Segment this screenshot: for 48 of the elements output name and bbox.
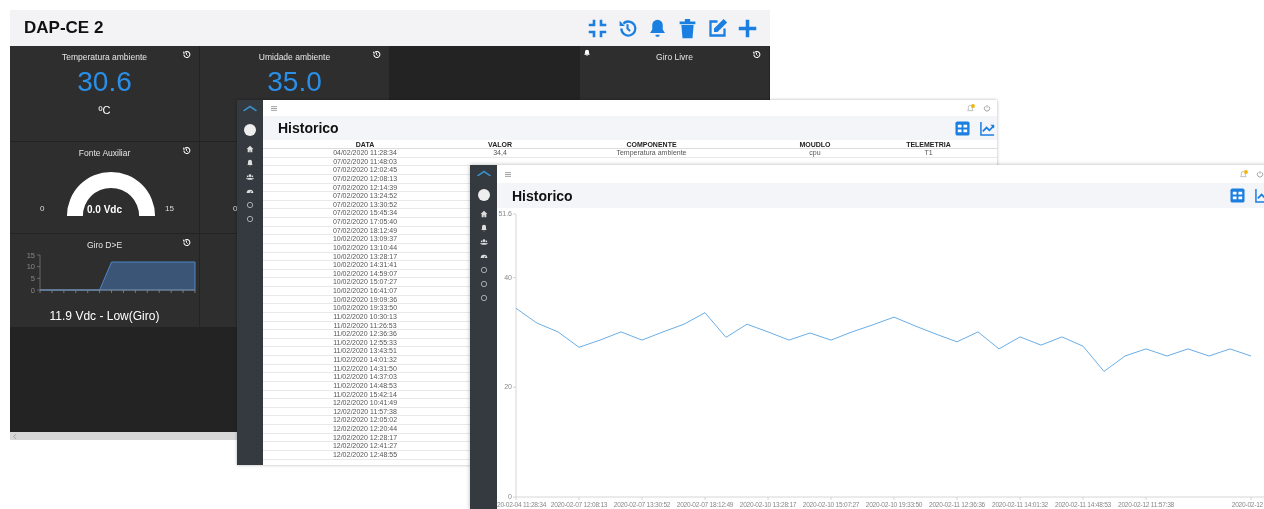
trash-icon[interactable] [677,17,698,39]
unit-label: ºC [98,104,111,116]
history-icon[interactable] [372,50,381,59]
scale-label: 0 [233,204,238,213]
reading-value: 11.9 Vdc - Low(Giro) [49,309,160,323]
circle-icon[interactable] [479,294,488,302]
logo-icon [242,104,258,112]
scrollbar[interactable] [10,432,237,440]
y-axis [36,254,41,291]
history-icon[interactable] [752,50,761,59]
collapse-icon[interactable] [587,17,608,39]
gauge-icon[interactable] [479,252,488,260]
dashboard-title: DAP-CE 2 [24,18,104,38]
home-icon[interactable] [479,210,488,218]
card-title: Temperatura ambiente [61,52,147,62]
reading-value: 35.0 [267,68,322,96]
card-title: Giro D>E [86,240,123,250]
circle-icon[interactable] [479,280,488,288]
gauge-reading: 0.0 Vdc [87,204,122,215]
page-title: Historico [278,120,339,136]
card-title: Umidade ambiente [258,52,331,62]
card-title: Fonte Auxiliar [78,148,131,158]
users-icon[interactable] [246,173,254,181]
scale-label: 15 [165,204,174,213]
page-title: Historico [512,187,573,204]
users-icon[interactable] [479,238,488,246]
card-title: Giro Livre [656,52,693,62]
bell-icon[interactable] [479,224,488,232]
home-icon[interactable] [246,145,254,153]
add-icon[interactable] [737,17,758,39]
gauge-icon[interactable] [246,187,254,195]
bell-icon[interactable] [583,49,591,57]
circle-icon[interactable] [479,266,488,274]
history-icon[interactable] [182,50,191,59]
bell-icon[interactable] [246,159,254,167]
line-chart-icon[interactable] [980,120,995,136]
avatar[interactable] [244,124,256,136]
reading-value: 30.6 [77,68,132,96]
edit-icon[interactable] [707,17,728,39]
avatar[interactable] [477,189,490,201]
table-icon[interactable] [1230,188,1245,203]
history-icon[interactable] [182,146,191,155]
circle-icon[interactable] [246,201,254,209]
history-icon[interactable] [182,238,191,247]
circle-icon[interactable] [246,215,254,223]
logo-icon [475,169,492,177]
table-icon[interactable] [955,120,970,136]
scale-label: 0 [40,204,45,213]
